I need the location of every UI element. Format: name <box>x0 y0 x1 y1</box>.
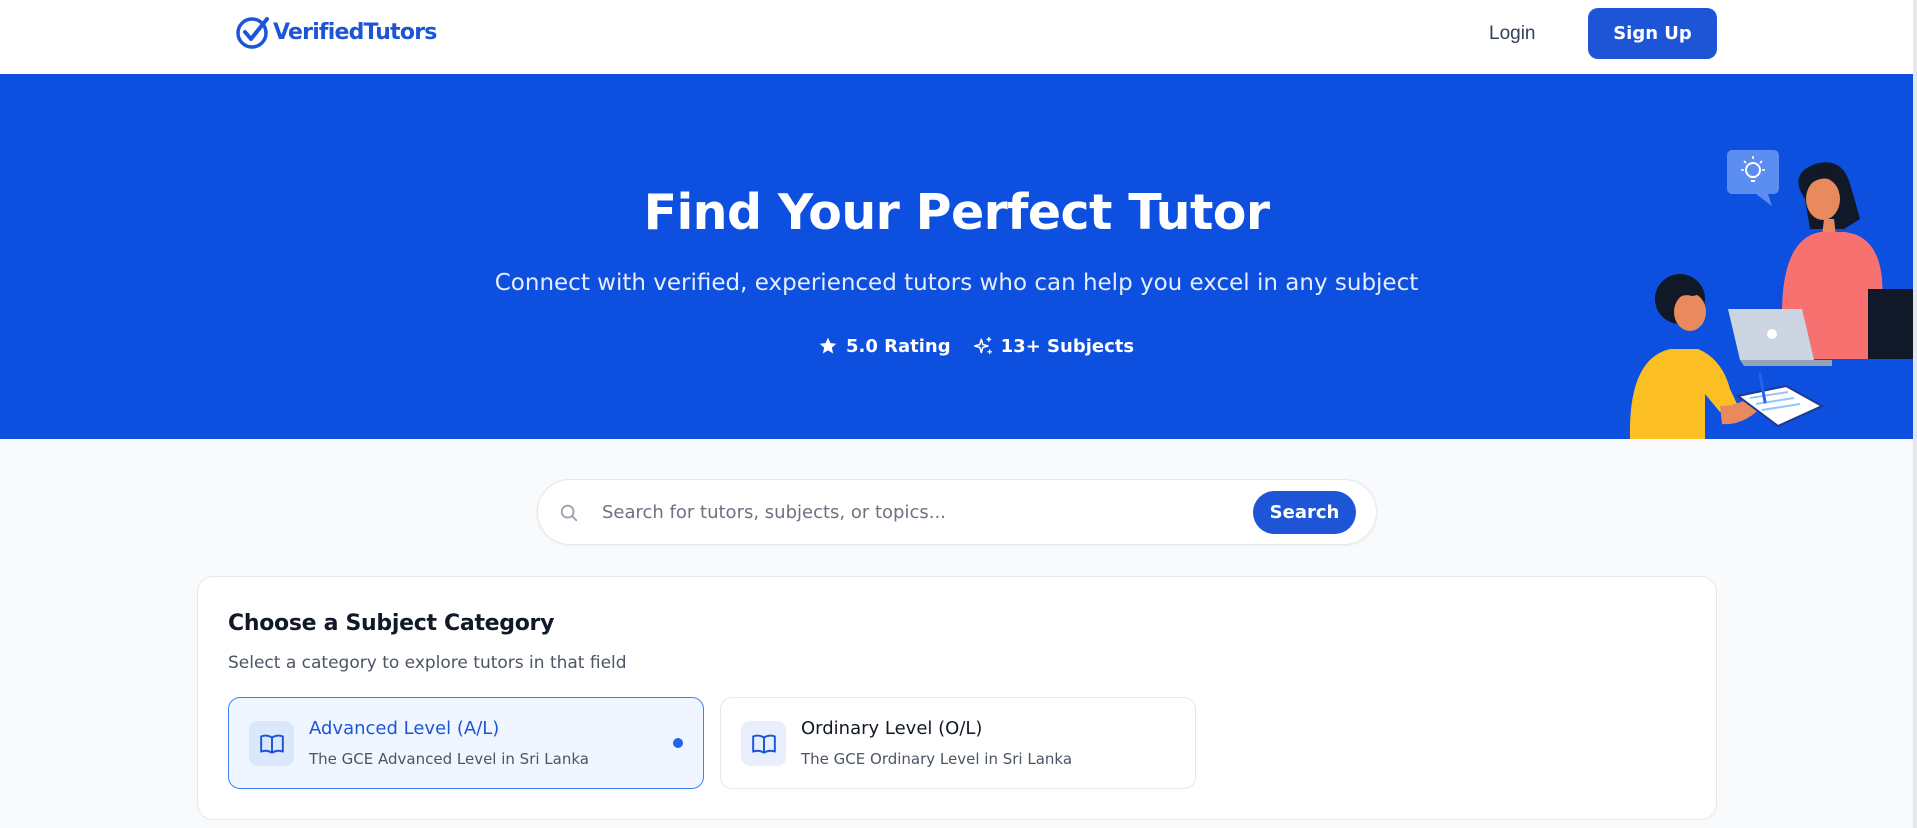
search-icon <box>560 504 578 522</box>
category-card: Choose a Subject Category Select a categ… <box>197 576 1717 820</box>
hero-banner: Find Your Perfect Tutor Connect with ver… <box>0 74 1913 439</box>
check-circle-logo-icon <box>236 17 269 49</box>
category-option-ordinary-level[interactable]: Ordinary Level (O/L) The GCE Ordinary Le… <box>720 697 1196 789</box>
login-link[interactable]: Login <box>1489 20 1536 48</box>
category-option-title: Advanced Level (A/L) <box>309 718 500 739</box>
book-open-icon <box>249 721 294 766</box>
tutoring-illustration <box>1629 150 1913 439</box>
category-subtitle: Select a category to explore tutors in t… <box>228 653 627 673</box>
category-option-description: The GCE Ordinary Level in Sri Lanka <box>801 750 1073 768</box>
search-button[interactable]: Search <box>1253 491 1356 534</box>
category-option-advanced-level[interactable]: Advanced Level (A/L) The GCE Advanced Le… <box>228 697 704 789</box>
search-input[interactable] <box>602 492 1182 532</box>
signup-button[interactable]: Sign Up <box>1588 8 1717 59</box>
lightbulb-bubble-icon <box>1727 150 1779 206</box>
stat-rating-label: 5.0 Rating <box>846 335 951 357</box>
category-option-description: The GCE Advanced Level in Sri Lanka <box>309 750 589 768</box>
hero-stats: 5.0 Rating 13+ Subjects <box>818 334 1134 358</box>
sparkles-icon <box>973 336 992 355</box>
top-header: VerifiedTutors Login Sign Up <box>0 0 1913 74</box>
logo[interactable]: VerifiedTutors <box>235 13 437 51</box>
scrollbar[interactable] <box>1913 0 1917 828</box>
stat-rating: 5.0 Rating <box>818 336 951 357</box>
search-bar: Search <box>537 479 1377 545</box>
logo-text: VerifiedTutors <box>273 19 437 45</box>
star-icon <box>819 337 837 354</box>
stat-subjects-label: 13+ Subjects <box>1000 335 1135 357</box>
category-title: Choose a Subject Category <box>228 611 555 636</box>
category-option-title: Ordinary Level (O/L) <box>801 718 983 739</box>
stat-subjects: 13+ Subjects <box>973 336 1134 357</box>
notebook-icon <box>1735 372 1825 428</box>
selected-indicator <box>673 738 683 748</box>
book-open-icon <box>741 721 786 766</box>
